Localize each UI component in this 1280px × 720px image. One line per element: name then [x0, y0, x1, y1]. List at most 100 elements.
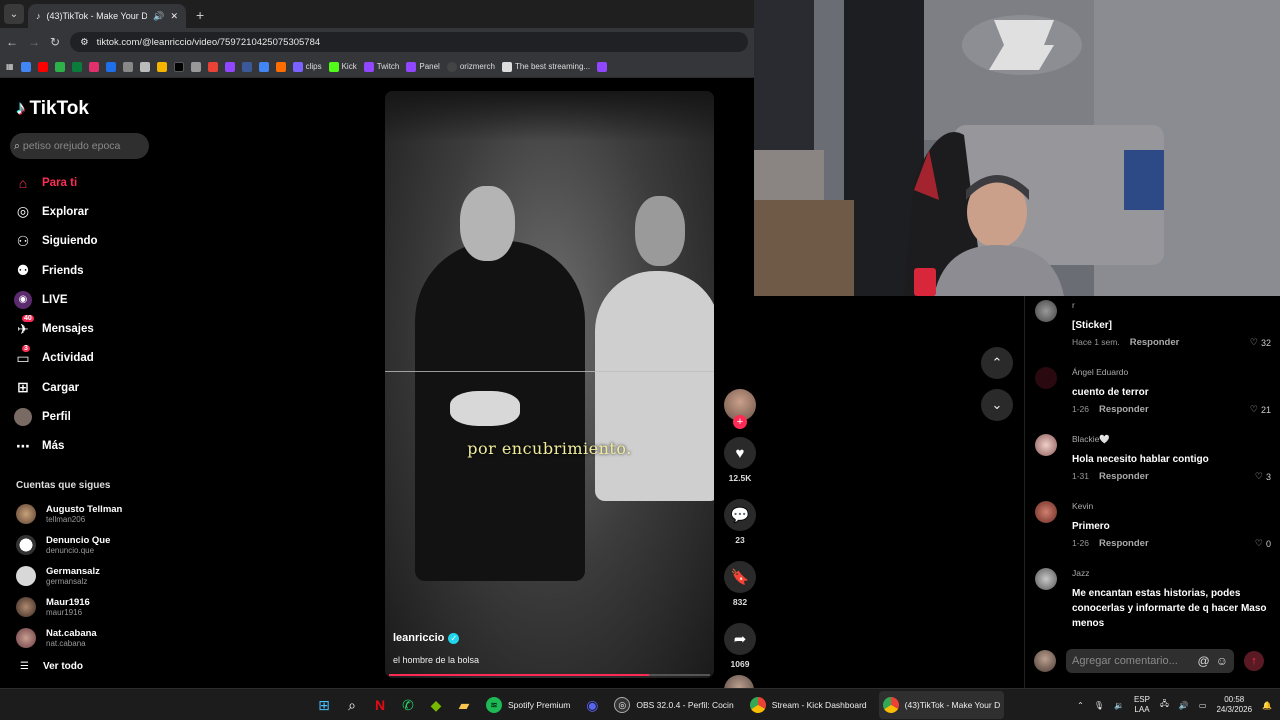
bookmark-icon[interactable] [71, 61, 82, 72]
tiktok-bookmark-icon[interactable] [173, 61, 184, 72]
video-progress-bar[interactable] [389, 674, 710, 676]
bookmark-icon[interactable] [207, 61, 218, 72]
comment-like-button[interactable]: ♡ 0 [1255, 538, 1271, 549]
see-all-button[interactable]: ☰ Ver todo [20, 661, 83, 672]
volume-icon[interactable]: 🔉 [1114, 701, 1124, 710]
previous-video-button[interactable]: ⌃ [981, 347, 1013, 379]
send-comment-button[interactable]: ↑ [1244, 651, 1264, 671]
reply-button[interactable]: Responder [1099, 538, 1149, 549]
bookmark-icon[interactable] [54, 61, 65, 72]
speaker-icon[interactable]: 🔊 [1179, 701, 1189, 710]
following-account[interactable]: Denuncio Que denuncio.que [16, 535, 110, 555]
avatar[interactable] [1035, 300, 1057, 322]
nav-mensajes[interactable]: ✈ 40 Mensajes [14, 314, 98, 343]
comment-like-button[interactable]: ♡ 3 [1255, 471, 1271, 482]
bookmark-icon[interactable] [122, 61, 133, 72]
like-button[interactable]: ♥ [724, 437, 756, 469]
bookmark-clips[interactable]: clips [292, 61, 322, 72]
nav-explorar[interactable]: ◎ Explorar [14, 197, 98, 226]
comment-user[interactable]: Jazz [1072, 568, 1089, 578]
clock[interactable]: 00:58 24/3/2026 [1216, 695, 1252, 715]
site-info-icon[interactable]: ⚙ [80, 37, 89, 48]
language-indicator[interactable]: ESP LAA [1134, 695, 1150, 715]
emoji-icon[interactable]: ☺ [1216, 654, 1228, 668]
close-tab-icon[interactable]: ✕ [170, 11, 178, 22]
comment-input[interactable]: Agregar comentario... @ ☺ [1066, 649, 1234, 673]
search-icon[interactable]: ⌕ [342, 695, 362, 715]
nav-live[interactable]: ◉ LIVE [14, 285, 98, 314]
microphone-icon[interactable]: 🎙 [1094, 701, 1104, 710]
bookmark-icon[interactable] [224, 61, 235, 72]
bookmark-twitch[interactable]: Twitch [363, 61, 399, 72]
bookmark-icon[interactable] [156, 61, 167, 72]
nav-para-ti[interactable]: ⌂ Para ti [14, 168, 98, 197]
follow-plus-icon[interactable]: + [733, 415, 747, 429]
taskbar-kick-dashboard[interactable]: Stream - Kick Dashboard [746, 691, 871, 719]
following-account[interactable]: Augusto Tellman tellman206 [16, 504, 122, 524]
reply-button[interactable]: Responder [1130, 337, 1180, 348]
mention-icon[interactable]: @ [1198, 654, 1210, 668]
reply-button[interactable]: Responder [1099, 471, 1149, 482]
comment-button[interactable]: 💬 [724, 499, 756, 531]
new-tab-button[interactable]: + [196, 7, 204, 23]
google-bookmark-icon[interactable] [20, 61, 31, 72]
taskbar-tiktok[interactable]: (43)TikTok - Make Your D [878, 691, 1005, 719]
file-explorer-icon[interactable]: ▰ [454, 695, 474, 715]
battery-icon[interactable]: ▭ [1199, 701, 1207, 710]
back-icon[interactable]: ← [6, 35, 18, 49]
next-video-button[interactable]: ⌄ [981, 389, 1013, 421]
url-field[interactable]: ⚙ tiktok.com/@leanriccio/video/759721042… [70, 32, 748, 52]
author-avatar[interactable]: + [724, 389, 756, 429]
network-icon[interactable]: 🖧 [1160, 698, 1169, 712]
nav-siguiendo[interactable]: ⚇ Siguiendo [14, 227, 98, 256]
following-account[interactable]: Nat.cabana nat.cabana [16, 628, 97, 648]
taskbar-obs[interactable]: ◎ OBS 32.0.4 - Perfil: Cocin [610, 691, 737, 719]
taskbar-spotify[interactable]: ≋ Spotify Premium [482, 691, 574, 719]
avatar[interactable] [1035, 501, 1057, 523]
avatar[interactable] [1035, 434, 1057, 456]
bookmark-icon[interactable] [190, 61, 201, 72]
tab-search-button[interactable]: ⌄ [4, 4, 24, 24]
share-button[interactable]: ➦ [724, 623, 756, 655]
reload-icon[interactable]: ↻ [50, 35, 60, 49]
bookmark-streaming[interactable]: The best streaming... [501, 61, 590, 72]
netflix-icon[interactable]: N [370, 695, 390, 715]
save-button[interactable]: 🔖 [724, 561, 756, 593]
video-player[interactable]: por encubrimiento. leanriccio ✓ el hombr… [385, 91, 714, 678]
bookmark-panel[interactable]: Panel [406, 61, 440, 72]
nav-friends[interactable]: ⚉ Friends [14, 256, 98, 285]
nav-mas[interactable]: ⋯ Más [14, 432, 98, 461]
avatar[interactable] [1035, 568, 1057, 590]
twitch-bookmark-icon[interactable] [597, 61, 608, 72]
notification-icon[interactable]: 🔔 [1262, 701, 1272, 710]
tiktok-logo[interactable]: ♪ TikTok [16, 98, 89, 120]
bookmark-icon[interactable] [258, 61, 269, 72]
following-account[interactable]: Germansalz germansalz [16, 566, 100, 586]
nav-perfil[interactable]: Perfil [14, 402, 98, 431]
apps-grid-icon[interactable]: ▦ [6, 62, 14, 71]
comment-user[interactable]: Kevin [1072, 501, 1093, 511]
comment-user[interactable]: Ángel Eduardo [1072, 367, 1128, 377]
chevron-up-icon[interactable]: ⌃ [1077, 701, 1084, 710]
bookmark-icon[interactable] [139, 61, 150, 72]
bookmark-orizmerch[interactable]: orizmerch [446, 61, 495, 72]
reply-button[interactable]: Responder [1099, 404, 1149, 415]
nvidia-icon[interactable]: ◆ [426, 695, 446, 715]
discord-icon[interactable]: ◉ [582, 695, 602, 715]
windows-start-icon[interactable]: ⊞ [314, 695, 334, 715]
following-account[interactable]: Maur1916 maur1916 [16, 597, 90, 617]
bookmark-icon[interactable] [275, 61, 286, 72]
nav-actividad[interactable]: ▭ 3 Actividad [14, 344, 98, 373]
comment-user[interactable]: r [1072, 300, 1075, 310]
nav-cargar[interactable]: ⊞ Cargar [14, 373, 98, 402]
bookmark-icon[interactable] [105, 61, 116, 72]
bookmark-icon[interactable] [241, 61, 252, 72]
browser-tab[interactable]: ♪ (43)TikTok - Make Your Day 🔊 ✕ [28, 4, 186, 28]
bookmark-kick[interactable]: Kick [328, 61, 357, 72]
whatsapp-icon[interactable]: ✆ [398, 695, 418, 715]
speaker-icon[interactable]: 🔊 [153, 11, 164, 22]
comment-like-button[interactable]: ♡ 32 [1250, 337, 1271, 348]
avatar[interactable] [1035, 367, 1057, 389]
comment-like-button[interactable]: ♡ 21 [1250, 404, 1271, 415]
comment-user[interactable]: Blackie🤍 [1072, 434, 1110, 445]
